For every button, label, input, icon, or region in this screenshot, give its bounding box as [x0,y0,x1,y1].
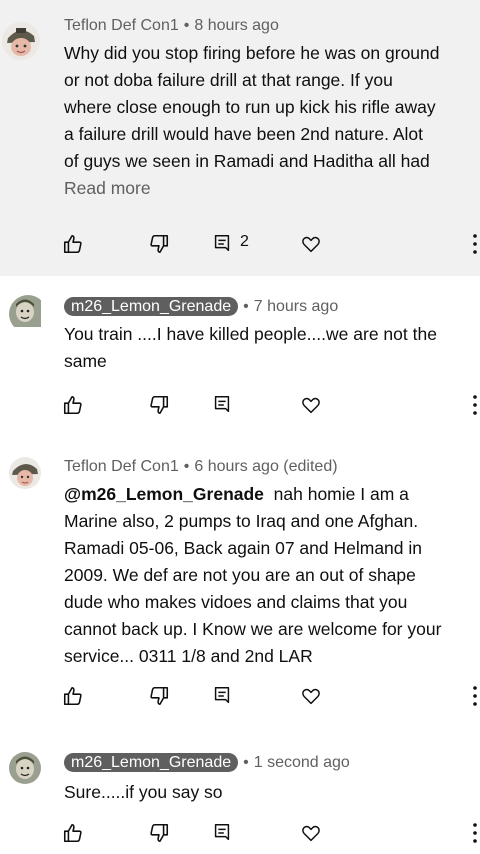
avatar[interactable] [2,22,40,60]
like-button[interactable] [58,229,88,259]
like-button[interactable] [58,390,88,420]
comment-line-rest: nah homie I am a [263,484,409,504]
thumbs-up-icon [63,823,82,843]
comment-line: dude who makes vidoes and claims that yo… [64,592,408,612]
thumbs-down-icon [150,234,169,254]
comment-line: cannot back up. I Know we are welcome fo… [64,619,442,639]
heart-icon [302,688,320,705]
comment-line: Why did you stop firing before he was on… [64,43,440,63]
reply-icon [214,235,230,252]
more-options-button[interactable] [470,231,480,257]
comment-item: Teflon Def Con1 • 6 hours ago (edited) @m2… [0,432,480,732]
heart-icon [302,236,320,253]
reply-button[interactable] [207,390,237,420]
reply-button[interactable] [207,818,237,848]
heart-button[interactable] [296,390,326,420]
reply-icon [214,687,230,704]
reply-icon [214,396,230,413]
comment-author[interactable]: m26_Lemon_Grenade [64,753,239,772]
comment-line: Ramadi 05-06, Back again 07 and Helmand … [64,538,422,558]
separator-dot: • [243,298,249,315]
dislike-button[interactable] [144,229,174,259]
thumbs-down-icon [150,395,169,415]
heart-button[interactable] [296,229,326,259]
comment-text: Why did you stop firing before he was on… [64,40,472,202]
avatar[interactable] [9,752,41,784]
comment-author[interactable]: Teflon Def Con1 [64,458,179,475]
avatar[interactable] [9,295,47,333]
thumbs-up-icon [63,686,82,706]
comment-line: same [64,351,107,371]
comment-line: or not doba failure drill at that range.… [64,70,393,90]
comment-actions [0,818,480,848]
thumbs-up-icon [63,234,82,254]
reply-button[interactable] [207,681,237,711]
comment-meta: Teflon Def Con1 • 6 hours ago (edited) [64,458,338,476]
comment-item: Teflon Def Con1 • 8 hours ago Why did you … [0,0,480,276]
comment-meta: m26_Lemon_Grenade • 7 hours ago [64,297,339,316]
more-vertical-icon [473,395,477,415]
thumbs-down-icon [150,823,169,843]
more-options-button[interactable] [470,683,480,709]
comment-line: Marine also, 2 pumps to Iraq and one Afg… [64,511,419,531]
heart-button[interactable] [296,818,326,848]
dislike-button[interactable] [144,681,174,711]
comment-time: 7 hours ago [253,298,339,315]
comment-text: Sure.....if you say so [64,779,472,806]
comment-author[interactable]: m26_Lemon_Grenade [64,297,239,316]
more-vertical-icon [473,823,477,843]
comment-text: You train ....I have killed people....we… [64,321,472,375]
thumbs-up-icon [63,395,82,415]
dislike-button[interactable] [144,390,174,420]
comment-line: of guys we seen in Ramadi and Haditha al… [64,151,430,171]
comment-actions: 2 [0,229,480,259]
more-vertical-icon [473,234,477,254]
reply-button[interactable] [207,229,237,259]
comment-text: @m26_Lemon_Grenade nah homie I am a Mari… [64,481,472,670]
comment-line: service... 0311 1/8 and 2nd LAR [64,646,313,666]
avatar[interactable] [9,457,41,489]
read-more-link[interactable]: Read more [64,175,472,202]
comment-line: Sure.....if you say so [64,782,223,802]
comment-time: 1 second ago [253,754,350,771]
comment-line: a failure drill would have been 2nd natu… [64,124,423,144]
comment-meta: m26_Lemon_Grenade • 1 second ago [64,753,350,772]
thumbs-down-icon [150,686,169,706]
more-vertical-icon [473,686,477,706]
mention-link[interactable]: @m26_Lemon_Grenade [64,484,264,504]
more-options-button[interactable] [470,392,480,418]
comment-line: You train ....I have killed people....we… [64,324,437,344]
comment-actions [0,681,480,711]
comment-time: 6 hours ago (edited) [194,458,338,475]
comment-actions [0,390,480,420]
comment-author[interactable]: Teflon Def Con1 [64,17,179,34]
separator-dot: • [183,17,190,34]
like-button[interactable] [58,818,88,848]
separator-dot: • [183,458,190,475]
heart-button[interactable] [296,681,326,711]
more-options-button[interactable] [470,820,480,846]
dislike-button[interactable] [144,818,174,848]
like-button[interactable] [58,681,88,711]
reply-count: 2 [240,233,249,250]
comment-line: where close enough to run up kick his ri… [64,97,436,117]
comment-item: m26_Lemon_Grenade • 1 second ago Sure.....… [0,732,480,854]
comment-line: @m26_Lemon_Grenade nah homie I am a [64,481,472,508]
comment-meta: Teflon Def Con1 • 8 hours ago [64,17,279,35]
reply-icon [214,824,230,841]
heart-icon [302,397,320,414]
comment-item: m26_Lemon_Grenade • 7 hours ago You train … [0,276,480,432]
comment-time: 8 hours ago [194,17,279,34]
heart-icon [302,825,320,842]
separator-dot: • [243,754,249,771]
comment-line: 2009. We def are not you are an out of s… [64,565,416,585]
